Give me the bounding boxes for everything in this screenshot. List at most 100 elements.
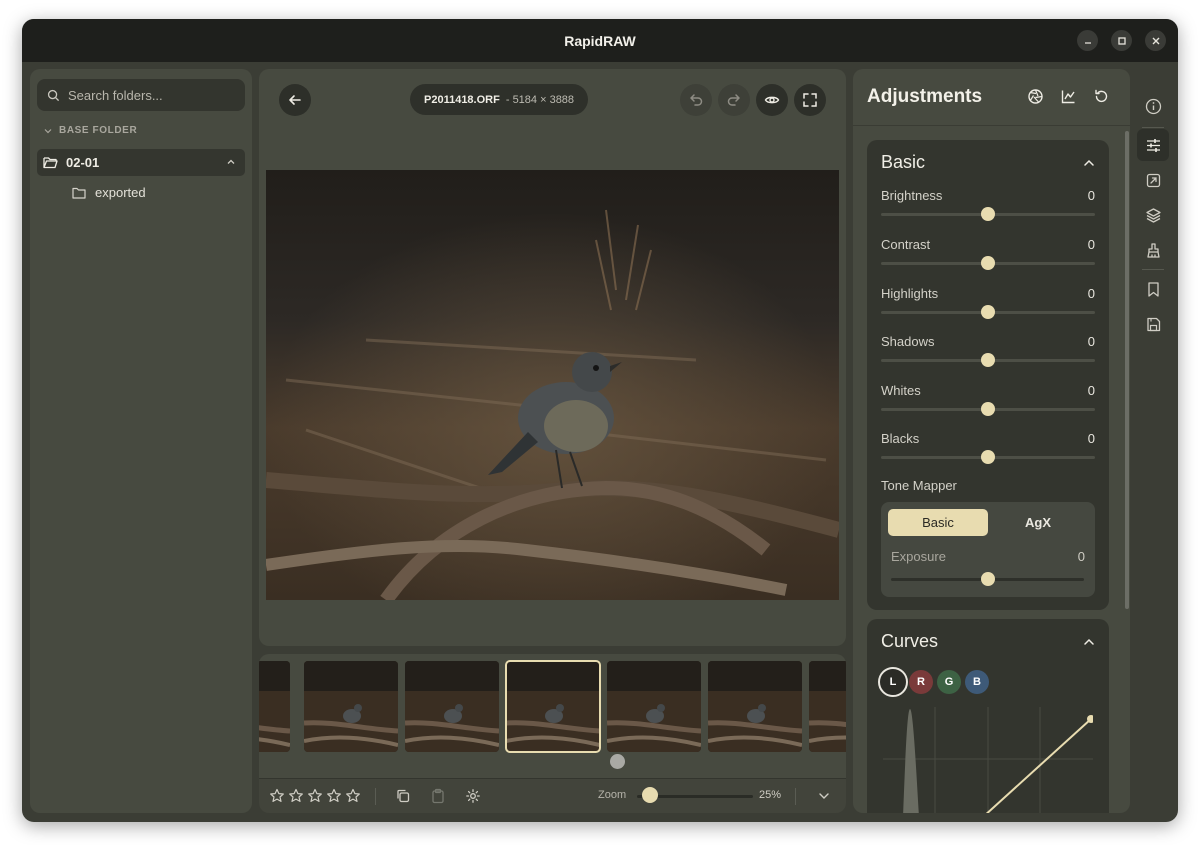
sliders-icon	[1146, 138, 1160, 152]
exposure-slider-handle[interactable]	[981, 572, 995, 586]
eye-icon	[764, 96, 780, 104]
chevron-up-icon[interactable]	[226, 157, 236, 167]
slider-label: Highlights	[881, 286, 939, 301]
slider-label: Shadows	[881, 334, 935, 349]
star-icon[interactable]	[345, 788, 361, 804]
export-icon	[1146, 173, 1160, 187]
fullscreen-icon	[803, 93, 817, 107]
presets-tab-button[interactable]	[1137, 273, 1169, 305]
slider-label: Whites	[881, 383, 921, 398]
histogram-icon[interactable]	[1060, 88, 1077, 105]
exposure-value[interactable]: 0	[1078, 549, 1085, 564]
thumbnail-image	[304, 661, 398, 752]
channel-g-button[interactable]: G	[937, 670, 961, 694]
slider-label: Brightness	[881, 188, 943, 203]
app-window: RapidRAW BASE FOLDER 02-01	[22, 19, 1178, 822]
folder-item-02-01[interactable]: 02-01	[37, 149, 245, 176]
basic-title: Basic	[881, 152, 926, 172]
curves-title: Curves	[881, 631, 939, 651]
star-icon[interactable]	[288, 788, 304, 804]
adjustments-title: Adjustments	[867, 86, 983, 107]
slider-value[interactable]: 0	[1088, 286, 1095, 301]
paste-icon[interactable]	[430, 788, 446, 804]
redo-button[interactable]	[718, 84, 750, 116]
undo-button[interactable]	[680, 84, 712, 116]
thumbnail-image	[708, 661, 802, 752]
thumbnail[interactable]	[304, 661, 398, 752]
main-photo[interactable]	[266, 170, 839, 600]
slider-label: Blacks	[881, 431, 920, 446]
rail-divider	[1142, 127, 1164, 128]
adjustments-tab-button[interactable]	[1137, 129, 1169, 161]
settings-icon[interactable]	[465, 788, 481, 804]
slider-handle[interactable]	[981, 353, 995, 367]
adjustments-scrollbar[interactable]	[1125, 131, 1129, 609]
back-button[interactable]	[279, 84, 311, 116]
zoom-slider-handle[interactable]	[642, 787, 658, 803]
search-input[interactable]	[68, 87, 228, 103]
star-icon[interactable]	[307, 788, 323, 804]
folder-search[interactable]	[37, 79, 245, 111]
slider-handle[interactable]	[981, 450, 995, 464]
export-tab-button[interactable]	[1137, 308, 1169, 340]
channel-r-button[interactable]: R	[909, 670, 933, 694]
minimize-button[interactable]	[1077, 30, 1098, 51]
close-button[interactable]	[1145, 30, 1166, 51]
thumbnail-image	[506, 661, 600, 752]
tone-mapper-label: Tone Mapper	[881, 478, 957, 493]
tone-mapper-basic-button[interactable]: Basic	[888, 509, 988, 536]
slider-handle[interactable]	[981, 305, 995, 319]
close-icon	[1152, 37, 1159, 44]
window-controls	[1077, 30, 1166, 51]
base-folder-header[interactable]: BASE FOLDER	[44, 125, 137, 136]
subfolder-item-exported[interactable]: exported	[72, 185, 146, 200]
mask-tab-button[interactable]	[1137, 234, 1169, 266]
title-bar: RapidRAW	[22, 19, 1178, 62]
star-icon[interactable]	[269, 788, 285, 804]
thumbnail[interactable]	[708, 661, 802, 752]
aperture-icon[interactable]	[1027, 88, 1044, 105]
star-icon[interactable]	[326, 788, 342, 804]
fullscreen-button[interactable]	[794, 84, 826, 116]
file-dimensions: - 5184 × 3888	[505, 93, 575, 106]
slider-handle[interactable]	[981, 256, 995, 270]
thumbnail[interactable]	[809, 661, 846, 752]
tone-mapper-agx-button[interactable]: AgX	[988, 509, 1088, 536]
chevron-up-icon[interactable]	[1083, 636, 1095, 648]
undo-icon	[690, 94, 703, 106]
channel-b-button[interactable]: B	[965, 670, 989, 694]
thumbnail-selected[interactable]	[505, 660, 601, 753]
copy-icon[interactable]	[395, 788, 411, 804]
channel-l-button[interactable]: L	[878, 667, 908, 697]
curve-editor[interactable]	[883, 707, 1093, 813]
slider-handle[interactable]	[981, 207, 995, 221]
curves-section: Curves L R G B	[867, 619, 1109, 813]
redo-icon	[727, 94, 740, 106]
bookmark-icon	[1147, 281, 1159, 297]
thumbnail[interactable]	[405, 661, 499, 752]
preview-toggle-button[interactable]	[756, 84, 788, 116]
filmstrip-scroll-handle[interactable]	[610, 754, 625, 769]
thumbnail[interactable]	[259, 661, 290, 752]
slider-value[interactable]: 0	[1088, 188, 1095, 203]
reset-icon[interactable]	[1093, 88, 1110, 105]
crop-tab-button[interactable]	[1137, 164, 1169, 196]
brush-icon	[1146, 242, 1160, 258]
slider-value[interactable]: 0	[1088, 334, 1095, 349]
slider-value[interactable]: 0	[1088, 237, 1095, 252]
folder-name: 02-01	[66, 155, 100, 170]
slider-value[interactable]: 0	[1088, 431, 1095, 446]
info-button[interactable]	[1137, 90, 1169, 122]
window-title: RapidRAW	[564, 32, 636, 49]
slider-handle[interactable]	[981, 402, 995, 416]
save-icon	[1146, 317, 1160, 331]
maximize-button[interactable]	[1111, 30, 1132, 51]
slider-value[interactable]: 0	[1088, 383, 1095, 398]
folder-open-icon	[43, 157, 58, 169]
chevron-up-icon[interactable]	[1083, 157, 1095, 169]
tone-mapper-box: Basic AgX Exposure 0	[881, 502, 1095, 597]
thumbnail[interactable]	[607, 661, 701, 752]
chevron-down-icon[interactable]	[816, 788, 832, 804]
rating-stars	[269, 788, 361, 804]
layers-tab-button[interactable]	[1137, 199, 1169, 231]
